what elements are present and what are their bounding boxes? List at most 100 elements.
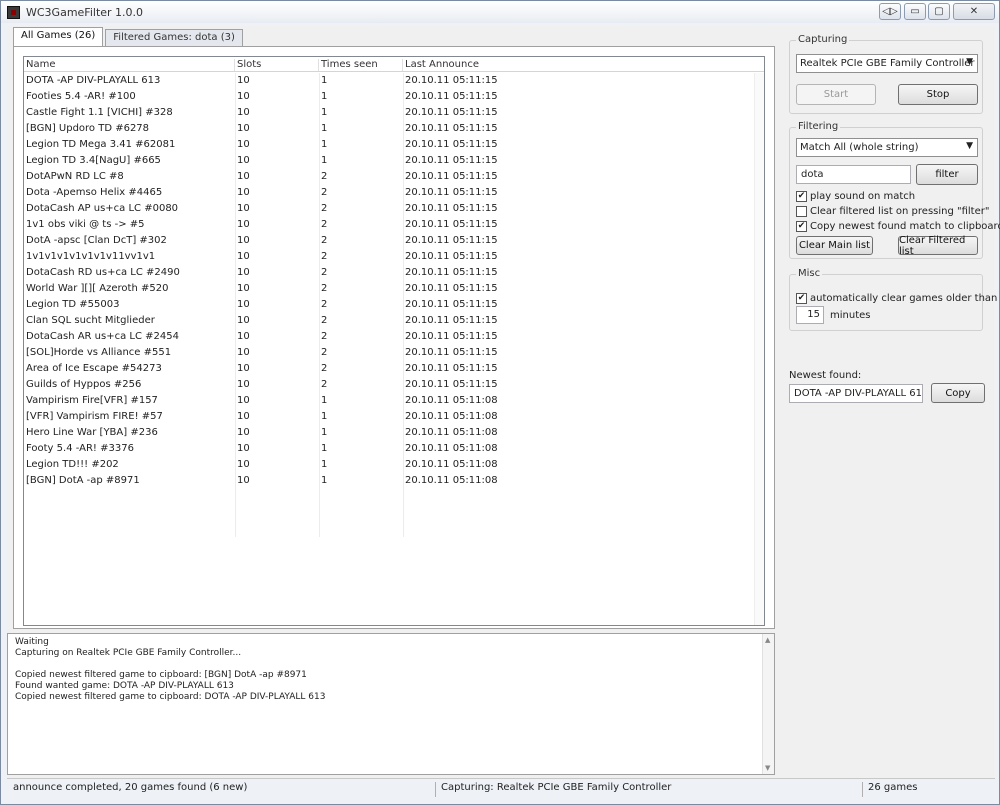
game-times-seen-cell: 1 bbox=[321, 107, 328, 118]
game-last-announce-cell: 20.10.11 05:11:08 bbox=[405, 459, 498, 470]
table-row[interactable]: [VFR] Vampirism FIRE! #57 10 1 20.10.11 05:… bbox=[24, 409, 764, 425]
table-row[interactable]: Footies 5.4 -AR! #100 10 1 20.10.11 05:11:1… bbox=[24, 89, 764, 105]
table-row[interactable]: [SOL]Horde vs Alliance #551 10 2 20.10.11 0… bbox=[24, 345, 764, 361]
game-name-cell: Dota -Apemso Helix #4465 bbox=[26, 187, 163, 198]
dropdown-arrow-icon: ▼ bbox=[966, 141, 973, 151]
table-row[interactable]: Castle Fight 1.1 [VICHI] #328 10 1 20.10.11… bbox=[24, 105, 764, 121]
column-header-times-seen[interactable]: Times seen bbox=[319, 59, 403, 71]
games-list-scrollbar[interactable] bbox=[754, 73, 764, 625]
game-slots-cell: 10 bbox=[237, 267, 250, 278]
clear-filtered-list-button[interactable]: Clear Filtered list bbox=[898, 235, 978, 257]
game-last-announce-cell: 20.10.11 05:11:15 bbox=[405, 347, 498, 358]
table-row[interactable]: Legion TD!!! #202 10 1 20.10.11 05:11:08 bbox=[24, 457, 764, 473]
table-row[interactable]: [BGN] Updoro TD #6278 10 1 20.10.11 05:11:1… bbox=[24, 121, 764, 137]
table-row[interactable]: Footy 5.4 -AR! #3376 10 1 20.10.11 05:11:08 bbox=[24, 441, 764, 457]
table-row[interactable]: Hero Line War [YBA] #236 10 1 20.10.11 05:1… bbox=[24, 425, 764, 441]
app-icon bbox=[7, 6, 20, 19]
misc-group-title: Misc bbox=[796, 268, 823, 279]
game-name-cell: Guilds of Hyppos #256 bbox=[26, 379, 142, 390]
table-row[interactable]: Legion TD #55003 10 2 20.10.11 05:11:15 bbox=[24, 297, 764, 313]
checkbox-check-icon: ✔ bbox=[796, 220, 807, 232]
log-scrollbar[interactable] bbox=[762, 634, 774, 774]
table-row[interactable]: 1v1 obs viki @ ts -> #5 10 2 20.10.11 05:11… bbox=[24, 217, 764, 233]
table-row[interactable]: DOTA -AP DIV-PLAYALL 613 10 1 20.10.11 05:1… bbox=[24, 73, 764, 89]
table-row[interactable]: Clan SQL sucht Mitglieder 10 2 20.10.11 05:… bbox=[24, 313, 764, 329]
minutes-input[interactable]: 15 bbox=[796, 306, 824, 324]
game-slots-cell: 10 bbox=[237, 459, 250, 470]
log-line: Capturing on Realtek PCIe GBE Family Con… bbox=[15, 648, 242, 658]
game-name-cell: DotA -apsc [Clan DcT] #302 bbox=[26, 235, 167, 246]
game-times-seen-cell: 1 bbox=[321, 411, 328, 422]
minimize-button[interactable]: ▭ bbox=[904, 3, 926, 20]
capturing-group: Capturing Realtek PCIe GBE Family Contro… bbox=[789, 34, 983, 114]
game-slots-cell: 10 bbox=[237, 427, 250, 438]
game-slots-cell: 10 bbox=[237, 411, 250, 422]
game-last-announce-cell: 20.10.11 05:11:15 bbox=[405, 379, 498, 390]
table-row[interactable]: Legion TD Mega 3.41 #62081 10 1 20.10.11 05… bbox=[24, 137, 764, 153]
column-header-slots[interactable]: Slots bbox=[235, 59, 319, 71]
game-slots-cell: 10 bbox=[237, 219, 250, 230]
column-header-name[interactable]: Name bbox=[24, 59, 235, 71]
play-sound-checkbox[interactable]: ✔ play sound on match bbox=[796, 189, 915, 203]
match-mode-value: Match All (whole string) bbox=[800, 142, 919, 153]
start-button[interactable]: Start bbox=[796, 84, 876, 105]
auto-clear-checkbox[interactable]: ✔ automatically clear games older than bbox=[796, 291, 997, 305]
clear-filtered-on-filter-checkbox[interactable]: Clear filtered list on pressing "filter" bbox=[796, 204, 989, 218]
game-slots-cell: 10 bbox=[237, 155, 250, 166]
table-row[interactable]: 1v1v1v1v1v1v1v11vv1v1 10 2 20.10.11 05:11:1… bbox=[24, 249, 764, 265]
table-row[interactable]: World War ][][ Azeroth #520 10 2 20.10.11 0… bbox=[24, 281, 764, 297]
filter-button[interactable]: filter bbox=[916, 164, 978, 185]
table-row[interactable]: DotaCash RD us+ca LC #2490 10 2 20.10.11 05… bbox=[24, 265, 764, 281]
status-bar: announce completed, 20 games found (6 ne… bbox=[7, 778, 995, 798]
games-list-rows: DOTA -AP DIV-PLAYALL 613 10 1 20.10.11 05:1… bbox=[24, 73, 764, 537]
capture-device-select[interactable]: Realtek PCIe GBE Family Controller ▼ bbox=[796, 54, 978, 73]
table-row[interactable]: [BGN] DotA -ap #8971 10 1 20.10.11 05:11:08 bbox=[24, 473, 764, 489]
game-slots-cell: 10 bbox=[237, 315, 250, 326]
game-name-cell: Hero Line War [YBA] #236 bbox=[26, 427, 158, 438]
game-slots-cell: 10 bbox=[237, 187, 250, 198]
table-row[interactable]: DotA -apsc [Clan DcT] #302 10 2 20.10.11 05… bbox=[24, 233, 764, 249]
table-row[interactable]: Area of Ice Escape #54273 10 2 20.10.11 05:… bbox=[24, 361, 764, 377]
game-name-cell: DotaCash RD us+ca LC #2490 bbox=[26, 267, 180, 278]
clear-main-list-button[interactable]: Clear Main list bbox=[796, 236, 873, 255]
extra-window-icon[interactable]: ◁▷ bbox=[879, 3, 901, 20]
table-row[interactable]: DotaCash AP us+ca LC #0080 10 2 20.10.11 05… bbox=[24, 201, 764, 217]
filter-text-input[interactable]: dota bbox=[796, 165, 911, 184]
game-slots-cell: 10 bbox=[237, 107, 250, 118]
game-last-announce-cell: 20.10.11 05:11:15 bbox=[405, 139, 498, 150]
match-mode-select[interactable]: Match All (whole string) ▼ bbox=[796, 138, 978, 157]
table-row[interactable]: DotaCash AR us+ca LC #2454 10 2 20.10.11 05… bbox=[24, 329, 764, 345]
table-row[interactable]: Vampirism Fire[VFR] #157 10 1 20.10.11 05:1… bbox=[24, 393, 764, 409]
tab-all-games[interactable]: All Games (26) bbox=[13, 27, 104, 47]
table-row[interactable]: Guilds of Hyppos #256 10 2 20.10.11 05:11:1… bbox=[24, 377, 764, 393]
log-output[interactable]: Waiting Capturing on Realtek PCIe GBE Fa… bbox=[7, 633, 775, 775]
table-row[interactable]: Dota -Apemso Helix #4465 10 2 20.10.11 05:1… bbox=[24, 185, 764, 201]
game-slots-cell: 10 bbox=[237, 251, 250, 262]
game-times-seen-cell: 2 bbox=[321, 331, 328, 342]
game-name-cell: Footies 5.4 -AR! #100 bbox=[26, 91, 136, 102]
maximize-button[interactable]: ▢ bbox=[928, 3, 950, 20]
game-name-cell: DOTA -AP DIV-PLAYALL 613 bbox=[26, 75, 161, 86]
close-button[interactable]: ✕ bbox=[953, 3, 995, 20]
table-row[interactable]: Legion TD 3.4[NagU] #665 10 1 20.10.11 05:1… bbox=[24, 153, 764, 169]
stop-button[interactable]: Stop bbox=[898, 84, 978, 105]
filtering-group: Filtering Match All (whole string) ▼ dot… bbox=[789, 121, 1000, 259]
column-header-last-announce[interactable]: Last Announce bbox=[403, 59, 764, 71]
copy-button[interactable]: Copy bbox=[931, 383, 985, 403]
game-name-cell: DotaCash AR us+ca LC #2454 bbox=[26, 331, 179, 342]
game-times-seen-cell: 2 bbox=[321, 267, 328, 278]
title-bar[interactable]: WC3GameFilter 1.0.0 ◁▷ ▭ ▢ ✕ bbox=[1, 1, 999, 23]
game-last-announce-cell: 20.10.11 05:11:15 bbox=[405, 251, 498, 262]
copy-newest-checkbox[interactable]: ✔ Copy newest found match to clipboard bbox=[796, 219, 1000, 233]
log-line: Waiting bbox=[15, 637, 49, 647]
newest-found-field[interactable]: DOTA -AP DIV-PLAYALL 613 bbox=[789, 384, 923, 403]
tab-filtered-games[interactable]: Filtered Games: dota (3) bbox=[105, 29, 243, 47]
client-area: All Games (26) Filtered Games: dota (3) … bbox=[7, 26, 1000, 798]
game-last-announce-cell: 20.10.11 05:11:08 bbox=[405, 427, 498, 438]
games-list[interactable]: Name Slots Times seen Last Announce DOTA… bbox=[23, 56, 765, 626]
capture-device-value: Realtek PCIe GBE Family Controller bbox=[800, 58, 975, 69]
game-times-seen-cell: 1 bbox=[321, 427, 328, 438]
game-name-cell: Legion TD Mega 3.41 #62081 bbox=[26, 139, 176, 150]
table-row[interactable]: DotAPwN RD LC #8 10 2 20.10.11 05:11:15 bbox=[24, 169, 764, 185]
log-line: Copied newest filtered game to cipboard:… bbox=[15, 670, 307, 680]
